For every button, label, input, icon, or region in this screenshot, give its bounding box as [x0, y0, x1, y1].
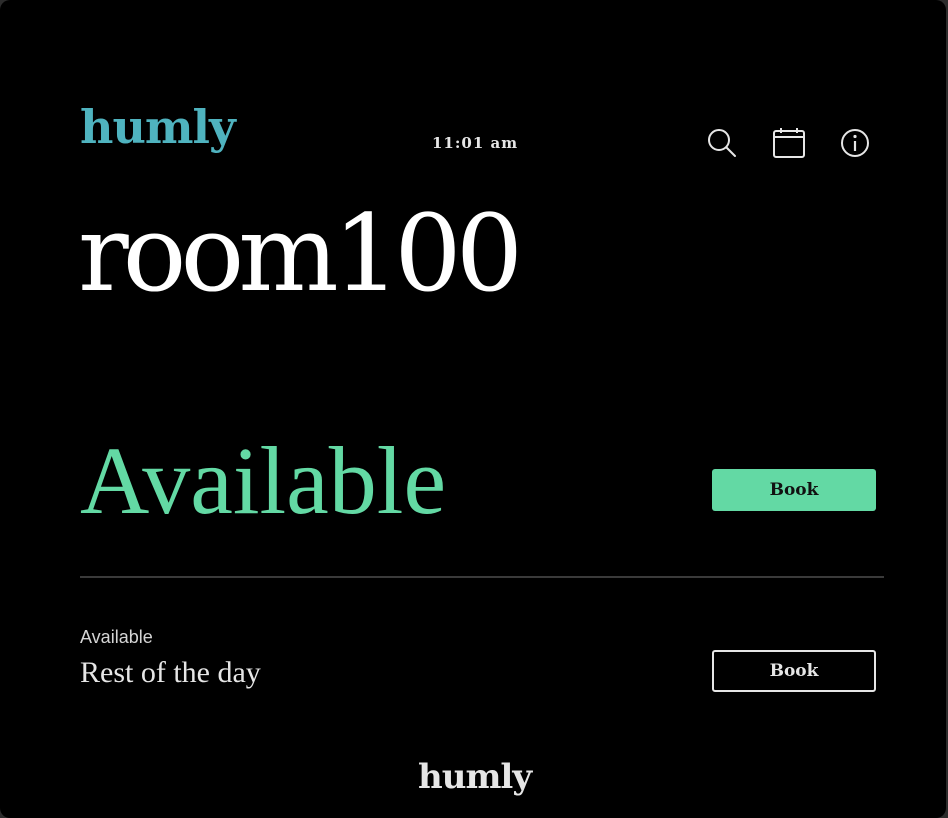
info-button[interactable]	[836, 124, 874, 162]
calendar-button[interactable]	[770, 124, 808, 162]
slot-status-label: Available	[80, 627, 153, 647]
room-status: Available	[80, 427, 447, 534]
search-button[interactable]	[703, 124, 741, 162]
room-display: humly 11:01 am room100 Available Book Av…	[0, 0, 946, 818]
slot-time-label: Rest of the day	[80, 656, 261, 689]
book-slot-button[interactable]: Book	[712, 650, 876, 692]
humly-logo: humly	[80, 100, 236, 154]
divider	[80, 576, 884, 578]
book-now-button[interactable]: Book	[712, 469, 876, 511]
room-name: room100	[78, 192, 523, 315]
clock: 11:01 am	[432, 134, 519, 152]
info-icon	[841, 129, 869, 157]
search-icon	[708, 129, 736, 157]
footer-logo: humly	[418, 757, 532, 797]
calendar-icon	[773, 128, 805, 158]
